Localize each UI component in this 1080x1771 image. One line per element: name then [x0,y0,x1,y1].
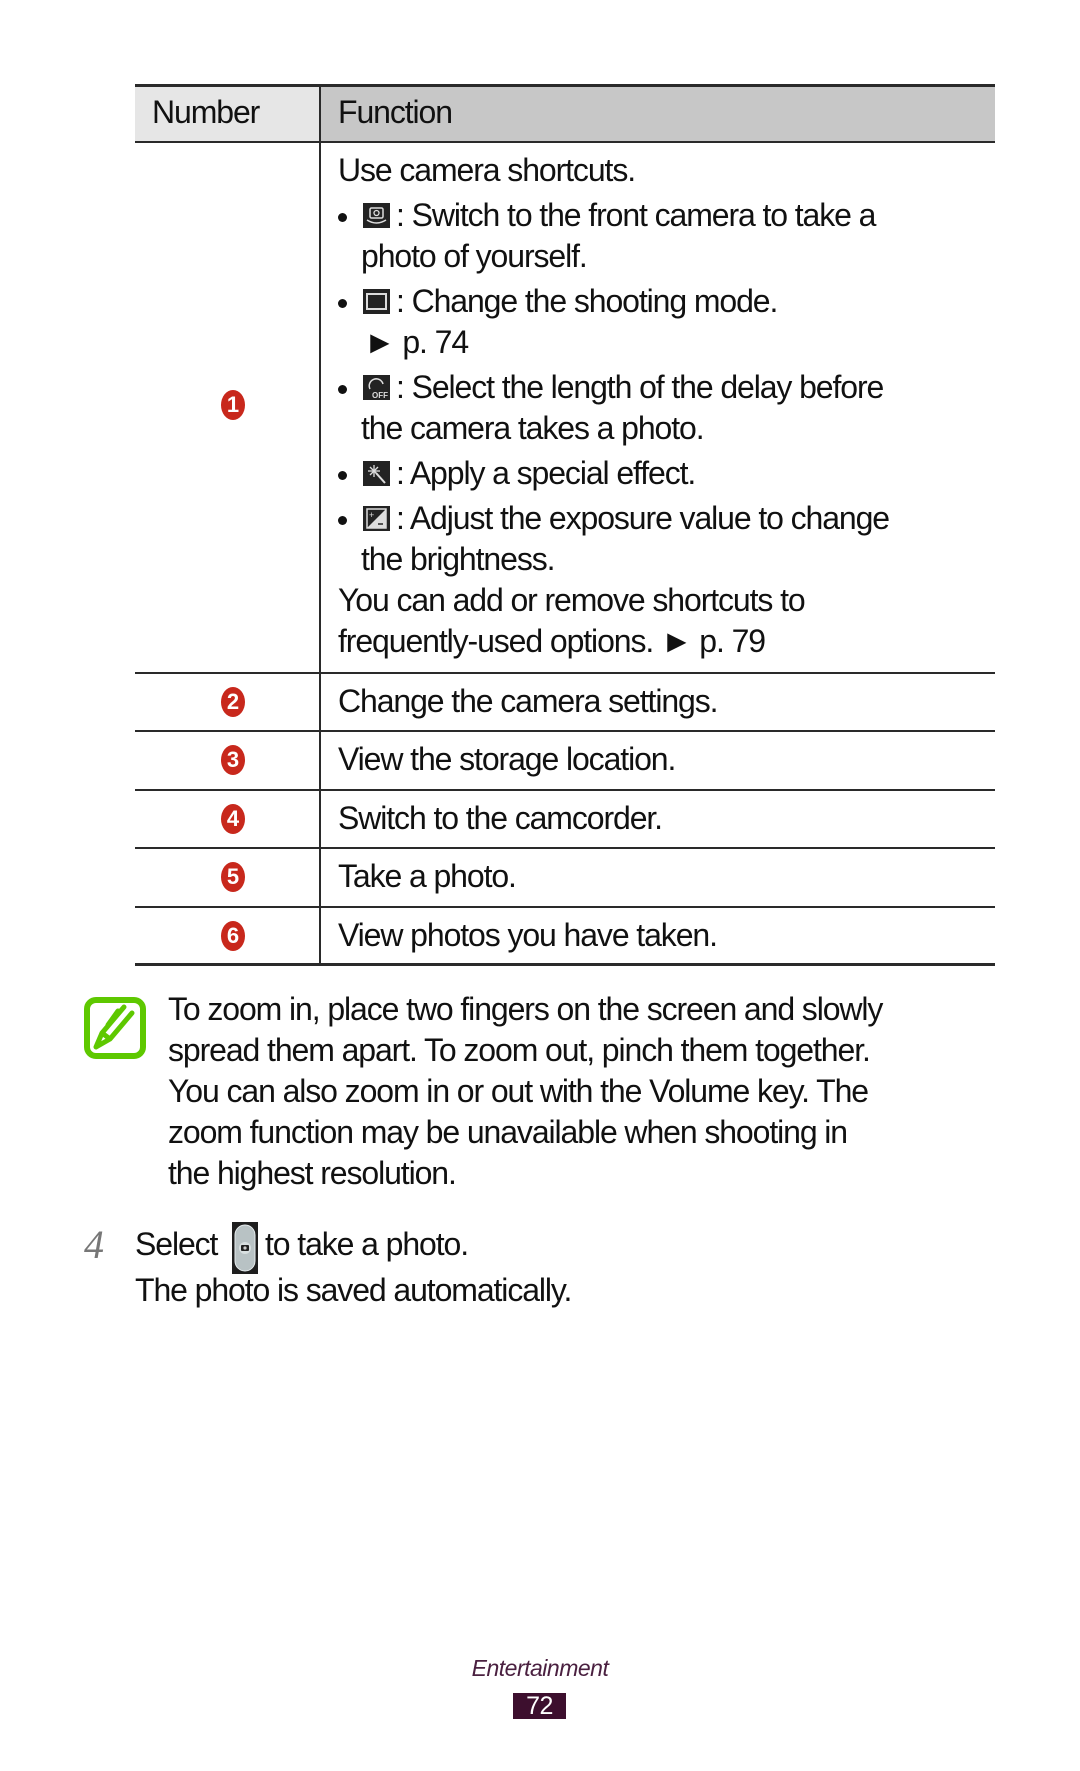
note-text: You can also zoom in or out with the Vol… [168,1073,869,1109]
bullet-text: : Change the shooting mode. [396,283,778,319]
row-1-outro: You can add or remove shortcuts to [338,582,806,618]
number-badge: 3 [221,745,245,775]
bullet-text: : Switch to the front camera to take a [396,197,876,233]
header-divider [135,141,995,143]
table-top-border [135,84,995,87]
bullet [338,516,347,525]
number-badge: 4 [221,804,245,834]
row-text: Take a photo. [338,858,517,894]
svg-text:+: + [369,510,374,520]
bullet-text: the brightness. [361,541,556,577]
row-divider [135,906,995,908]
shutter-button-icon [232,1222,258,1274]
row-text: View the storage location. [338,741,676,777]
exposure-icon: + [363,506,390,531]
step-text-after: to take a photo. [265,1226,469,1262]
column-divider [319,84,321,966]
step-result: The photo is saved automatically. [135,1272,572,1308]
row-text: View photos you have taken. [338,917,718,953]
note-pencil-icon [84,997,146,1059]
bullet-text: the camera takes a photo. [361,410,705,446]
step-number: 4 [84,1222,104,1267]
note-text: To zoom in, place two fingers on the scr… [168,991,883,1027]
bullet-text: : Adjust the exposure value to change [396,500,890,536]
row-1-intro: Use camera shortcuts. [338,152,636,188]
bullet-text: : Apply a special effect. [396,455,696,491]
number-badge: 6 [221,921,245,951]
page-reference-link[interactable]: ► p. 74 [364,322,469,363]
number-badge: 1 [221,390,245,420]
switch-camera-icon [363,203,390,228]
row-divider [135,672,995,674]
note-text: zoom function may be unavailable when sh… [168,1114,848,1150]
row-divider [135,730,995,732]
table-bottom-border [135,963,995,966]
bullet-text: photo of yourself. [361,238,588,274]
timer-off-icon: OFF [363,375,390,400]
bullet-text: : Select the length of the delay before [396,369,884,405]
shooting-mode-icon [363,289,390,314]
header-function: Function [338,94,453,130]
header-number: Number [152,94,260,130]
step-text-before: Select [135,1226,218,1262]
row-text: Switch to the camcorder. [338,800,663,836]
section-label: Entertainment [471,1655,609,1681]
bullet [338,299,347,308]
bullet [338,385,347,394]
special-effect-icon [363,461,390,486]
row-divider [135,847,995,849]
row-text: Change the camera settings. [338,683,719,719]
note-text: the highest resolution. [168,1155,457,1191]
bullet [338,213,347,222]
row-1-outro-link[interactable]: frequently-used options. ► p. 79 [338,621,766,662]
row-divider [135,789,995,791]
note-text: spread them apart. To zoom out, pinch th… [168,1032,871,1068]
number-badge: 5 [221,862,245,892]
bullet [338,471,347,480]
number-badge: 2 [221,687,245,717]
svg-text:OFF: OFF [372,391,388,400]
page-number: 72 [513,1693,566,1720]
